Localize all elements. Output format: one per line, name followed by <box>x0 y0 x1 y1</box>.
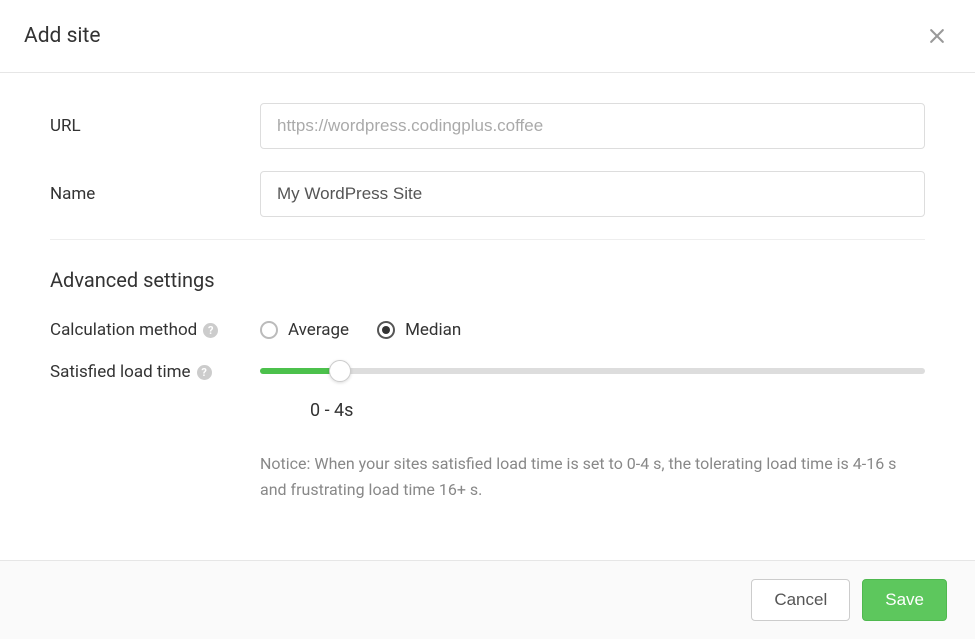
url-input[interactable] <box>260 103 925 149</box>
add-site-modal: Add site URL Name Advanced settings Calc… <box>0 0 975 639</box>
url-label: URL <box>50 116 260 136</box>
help-icon[interactable]: ? <box>203 323 218 338</box>
satisfied-row: Satisfied load time ? 0 - 4s Notice: Whe… <box>50 362 925 502</box>
modal-body: URL Name Advanced settings Calculation m… <box>0 73 975 560</box>
satisfied-notice: Notice: When your sites satisfied load t… <box>260 451 925 502</box>
calculation-row: Calculation method ? Average Median <box>50 320 925 340</box>
radio-circle-icon <box>377 321 395 339</box>
close-button[interactable] <box>923 22 951 50</box>
help-icon[interactable]: ? <box>197 365 212 380</box>
cancel-button[interactable]: Cancel <box>751 579 850 621</box>
name-label: Name <box>50 184 260 204</box>
radio-average[interactable]: Average <box>260 320 349 340</box>
slider-wrap: 0 - 4s Notice: When your sites satisfied… <box>260 362 925 502</box>
divider <box>50 239 925 240</box>
name-row: Name <box>50 171 925 217</box>
slider-value-display: 0 - 4s <box>310 400 925 421</box>
satisfied-label-text: Satisfied load time <box>50 362 191 382</box>
advanced-heading: Advanced settings <box>50 268 925 292</box>
close-icon <box>927 26 947 46</box>
modal-header: Add site <box>0 0 975 73</box>
radio-median[interactable]: Median <box>377 320 461 340</box>
save-button[interactable]: Save <box>862 579 947 621</box>
url-row: URL <box>50 103 925 149</box>
radio-average-label: Average <box>288 320 349 340</box>
radio-median-label: Median <box>405 320 461 340</box>
satisfied-label: Satisfied load time ? <box>50 362 260 382</box>
satisfied-slider[interactable] <box>260 368 925 374</box>
calculation-label-text: Calculation method <box>50 320 197 340</box>
radio-circle-icon <box>260 321 278 339</box>
calculation-label: Calculation method ? <box>50 320 260 340</box>
slider-thumb[interactable] <box>329 360 351 382</box>
modal-footer: Cancel Save <box>0 560 975 639</box>
calculation-radio-group: Average Median <box>260 320 461 340</box>
modal-title: Add site <box>24 24 101 48</box>
name-input[interactable] <box>260 171 925 217</box>
